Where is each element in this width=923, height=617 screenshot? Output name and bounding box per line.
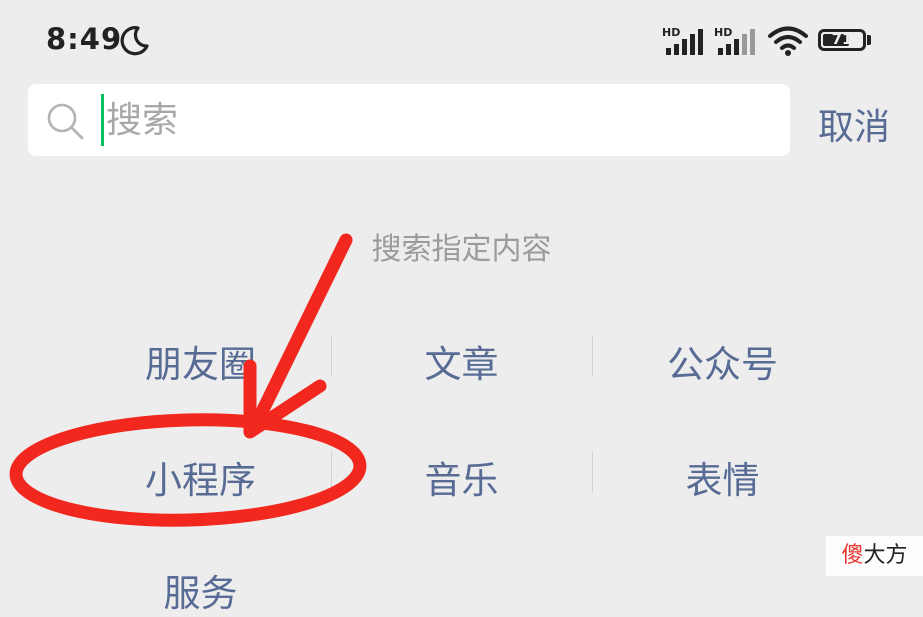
category-divider [592, 452, 593, 492]
status-time: 8:49 [46, 22, 123, 56]
category-mini-programs[interactable]: 小程序 [70, 450, 331, 504]
wifi-icon [768, 26, 808, 56]
category-services[interactable]: 服务 [70, 563, 331, 617]
cancel-button[interactable]: 取消 [818, 98, 890, 150]
category-moments[interactable]: 朋友圈 [70, 334, 331, 388]
signal-icon: HD [662, 26, 703, 55]
moon-icon [120, 26, 149, 56]
search-hint: 搜索指定内容 [371, 232, 552, 267]
watermark-text: 大方 [863, 543, 908, 568]
watermark-accent: 傻 [841, 543, 864, 568]
battery-icon: 71 [818, 29, 866, 51]
watermark: 傻大方 [826, 536, 923, 576]
category-music[interactable]: 音乐 [331, 450, 592, 504]
battery-tip [867, 35, 871, 45]
category-divider [331, 336, 332, 376]
search-input[interactable] [106, 90, 766, 150]
search-box[interactable] [28, 84, 790, 156]
signal-icon: HD [714, 26, 755, 55]
category-stickers[interactable]: 表情 [592, 450, 853, 504]
battery-percent: 71 [831, 30, 853, 48]
search-icon [47, 103, 84, 140]
signal-hd-label: HD [662, 26, 680, 39]
status-bar: 8:49 HD HD 71 [0, 0, 923, 80]
category-official-accounts[interactable]: 公众号 [592, 334, 853, 388]
category-divider [331, 452, 332, 492]
signal-hd-label: HD [714, 26, 732, 39]
text-cursor [101, 94, 104, 146]
category-articles[interactable]: 文章 [331, 334, 592, 388]
category-divider [592, 336, 593, 376]
